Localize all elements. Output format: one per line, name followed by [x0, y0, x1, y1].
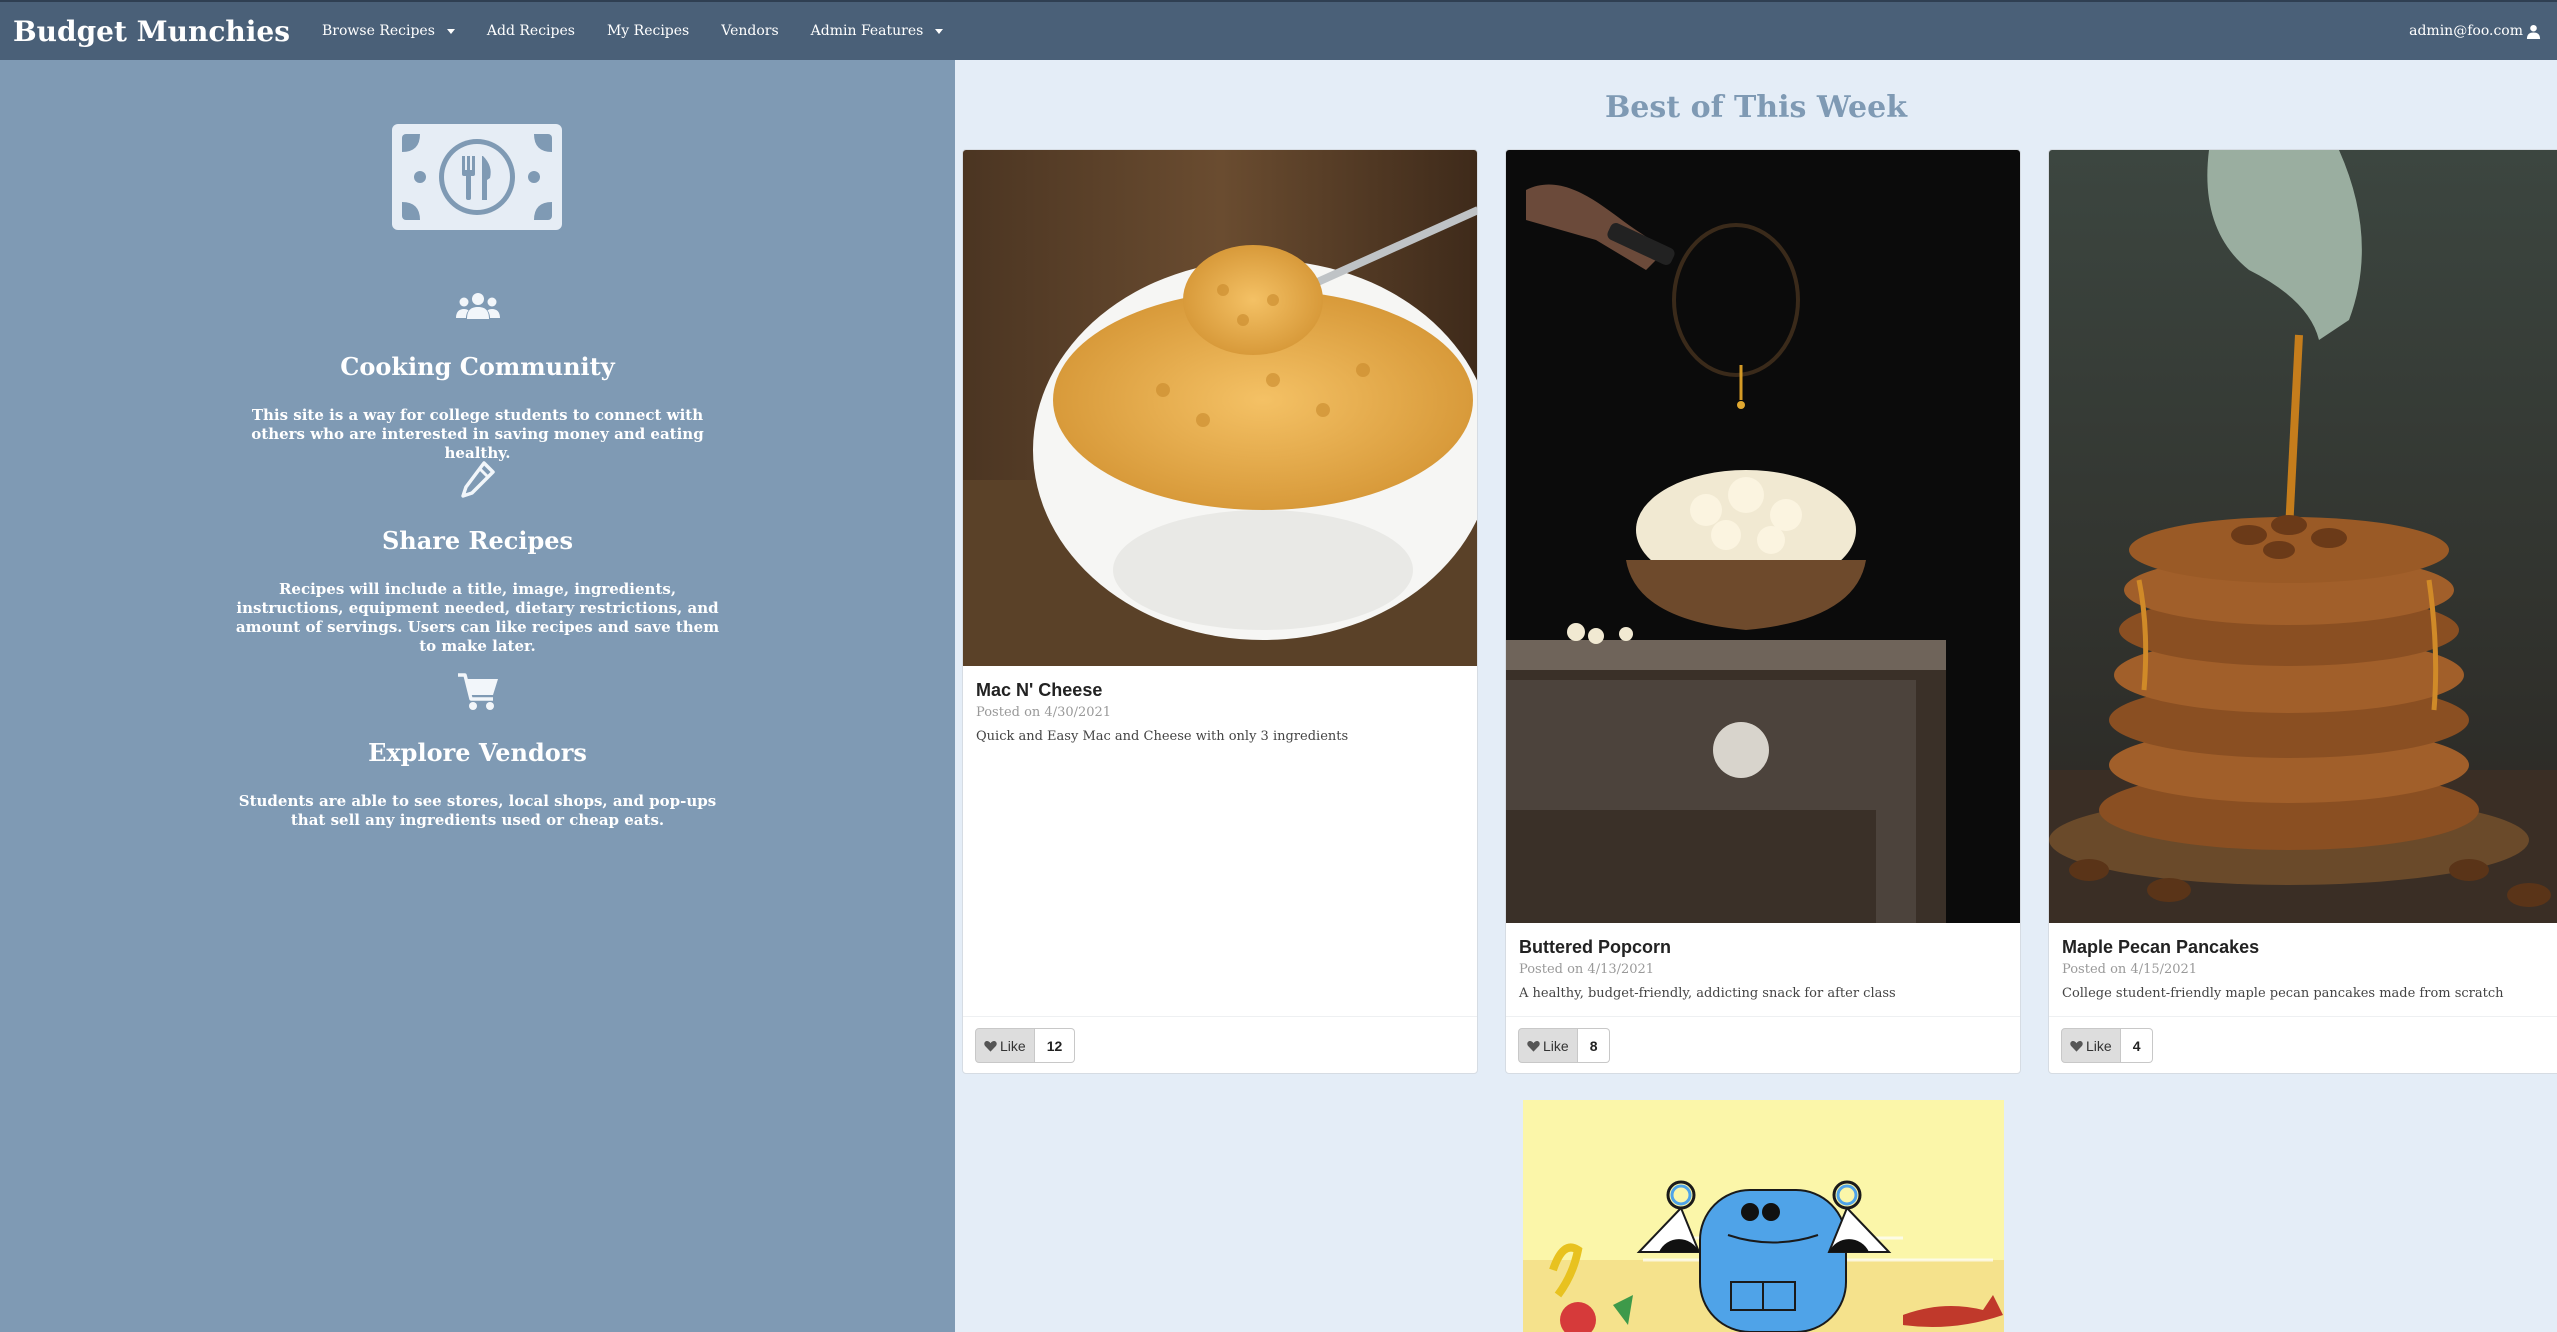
heart-icon [2070, 1040, 2083, 1052]
recipe-image[interactable] [2049, 150, 2557, 923]
nav-admin-features[interactable]: Admin Features [811, 23, 944, 39]
card-body: Buttered Popcorn Posted on 4/13/2021 A h… [1506, 923, 2020, 1001]
feature-title: Share Recipes [381, 526, 574, 555]
section-title: Best of This Week [1604, 90, 1908, 125]
recipe-card[interactable]: Maple Pecan Pancakes Posted on 4/15/2021… [2048, 149, 2557, 1074]
nav-add-recipes[interactable]: Add Recipes [487, 23, 575, 39]
card-footer: Like 8 [1506, 1016, 2020, 1073]
feature-title: Cooking Community [340, 352, 615, 381]
nav-browse-recipes[interactable]: Browse Recipes [322, 23, 455, 39]
like-count: 8 [1577, 1028, 1611, 1063]
recipe-date: Posted on 4/30/2021 [976, 705, 1112, 720]
cart-icon [0, 672, 955, 712]
recipe-date: Posted on 4/15/2021 [2062, 962, 2198, 977]
recipe-image[interactable] [1506, 150, 2020, 923]
recipe-description: A healthy, budget-friendly, addicting sn… [1519, 986, 1896, 1001]
money-utensils-icon [390, 122, 564, 236]
like-button[interactable]: Like [2061, 1028, 2121, 1063]
user-email: admin@foo.com [2409, 23, 2523, 39]
card-footer: Like 12 [963, 1016, 1477, 1073]
nav-label: Vendors [721, 23, 779, 39]
like-group: Like 8 [1518, 1028, 1611, 1063]
heart-icon [984, 1040, 997, 1052]
feature-description: This site is a way for college students … [251, 406, 704, 462]
feature-description: Students are able to see stores, local s… [238, 792, 717, 829]
recipe-image[interactable] [1523, 1100, 2004, 1332]
nav-label: Add Recipes [486, 23, 575, 39]
nav-my-recipes[interactable]: My Recipes [607, 23, 689, 39]
recipe-title[interactable]: Maple Pecan Pancakes [2062, 937, 2554, 958]
recipe-title[interactable]: Mac N' Cheese [976, 680, 1464, 701]
like-label: Like [2086, 1037, 2112, 1054]
feature-description: Recipes will include a title, image, ing… [235, 580, 720, 655]
navbar: Budget Munchies Browse Recipes Add Recip… [0, 0, 2557, 60]
users-icon [0, 292, 955, 320]
sidebar-panel: Cooking Community This site is a way for… [0, 60, 955, 1332]
like-button[interactable]: Like [975, 1028, 1035, 1063]
brand-logo[interactable]: Budget Munchies [13, 15, 290, 48]
pencil-icon [0, 460, 955, 500]
recipe-card[interactable]: Mac N' Cheese Posted on 4/30/2021 Quick … [962, 149, 1478, 1074]
feature-title: Explore Vendors [368, 738, 587, 767]
card-body: Maple Pecan Pancakes Posted on 4/15/2021… [2049, 923, 2557, 1001]
recipe-title[interactable]: Buttered Popcorn [1519, 937, 2007, 958]
nav-label: Browse Recipes [322, 23, 435, 39]
user-icon [2526, 24, 2541, 39]
like-count: 12 [1034, 1028, 1076, 1063]
like-label: Like [1543, 1037, 1569, 1054]
like-label: Like [1000, 1037, 1026, 1054]
recipe-description: Quick and Easy Mac and Cheese with only … [976, 729, 1349, 744]
chevron-down-icon [935, 28, 944, 34]
like-count: 4 [2120, 1028, 2154, 1063]
like-group: Like 4 [2061, 1028, 2154, 1063]
like-group: Like 12 [975, 1028, 1076, 1063]
recipe-date: Posted on 4/13/2021 [1519, 962, 1655, 977]
nav-label: My Recipes [606, 23, 690, 39]
card-footer: Like 4 [2049, 1016, 2557, 1073]
recipe-card[interactable]: Buttered Popcorn Posted on 4/13/2021 A h… [1505, 149, 2021, 1074]
recipe-description: College student-friendly maple pecan pan… [2062, 986, 2504, 1001]
like-button[interactable]: Like [1518, 1028, 1578, 1063]
heart-icon [1527, 1040, 1540, 1052]
chevron-down-icon [446, 28, 455, 34]
nav-vendors[interactable]: Vendors [721, 23, 778, 39]
recipe-image[interactable] [963, 150, 1477, 666]
card-body: Mac N' Cheese Posted on 4/30/2021 Quick … [963, 666, 1477, 744]
user-menu[interactable]: admin@foo.com [2409, 2, 2541, 60]
nav-label: Admin Features [810, 23, 924, 39]
